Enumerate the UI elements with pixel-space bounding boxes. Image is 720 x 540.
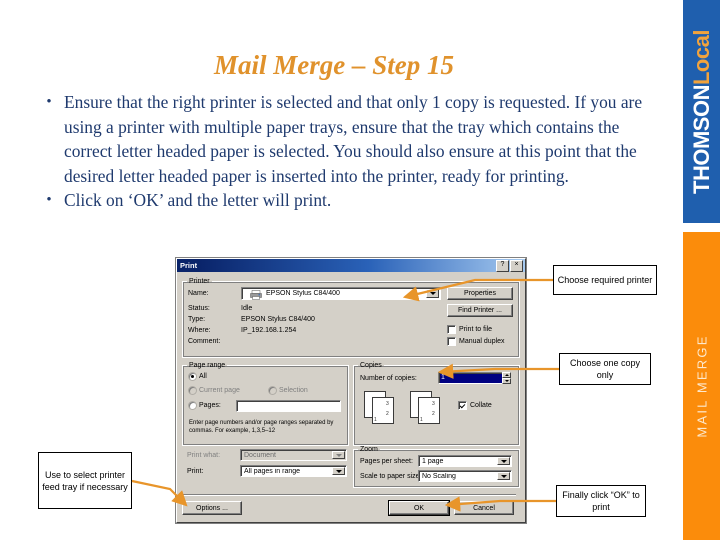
chevron-down-icon[interactable]	[497, 457, 510, 465]
chevron-down-icon[interactable]	[332, 451, 345, 459]
manual-duplex-label: Manual duplex	[459, 338, 505, 345]
print-range-value: All pages in range	[244, 467, 301, 475]
pages-per-sheet-label: Pages per sheet:	[360, 458, 413, 465]
help-icon[interactable]: ?	[496, 259, 509, 272]
dialog-body: Printer Name: EPSON Stylus C84/400 Prope…	[177, 272, 525, 515]
options-button[interactable]: Options ...	[182, 501, 242, 515]
brand-rail-blue: THOMSONLocal	[683, 0, 720, 223]
radio-current-page-label: Current page	[199, 387, 240, 394]
scale-to-paper-value: No Scaling	[422, 472, 456, 480]
checkbox-icon	[458, 401, 467, 410]
divider	[180, 494, 516, 495]
page-range-legend: Page range	[189, 362, 226, 369]
callout-choose-printer: Choose required printer	[553, 265, 657, 295]
printer-type-label: Type:	[188, 316, 206, 323]
close-icon[interactable]: ×	[510, 259, 523, 272]
copies-group: Copies Number of copies: 1 3 2 1 3 2 1 C…	[353, 362, 520, 446]
print-range-combo[interactable]: All pages in range	[240, 465, 347, 477]
scale-to-paper-combo[interactable]: No Scaling	[418, 470, 512, 482]
radio-icon	[189, 373, 196, 380]
scale-to-paper-label: Scale to paper size:	[360, 473, 422, 480]
slide-canvas: THOMSONLocal MAIL MERGE Mail Merge – Ste…	[0, 0, 720, 540]
list-item-text: Ensure that the right printer is selecte…	[64, 92, 643, 186]
chevron-down-icon[interactable]	[332, 467, 345, 475]
properties-button[interactable]: Properties	[447, 287, 513, 300]
print-to-file-label: Print to file	[459, 326, 493, 333]
print-what-combo[interactable]: Document	[240, 449, 347, 461]
radio-all[interactable]: All	[189, 373, 207, 380]
list-item: • Ensure that the right printer is selec…	[34, 90, 664, 188]
page-range-hint: Enter page numbers and/or page ranges se…	[189, 420, 334, 434]
copies-legend: Copies	[360, 362, 382, 369]
radio-current-page[interactable]: Current page	[189, 387, 240, 394]
collate-preview-collated-icon: 3 2 1	[410, 391, 454, 429]
checkbox-icon	[447, 337, 456, 346]
printer-icon	[250, 290, 262, 300]
collate-label: Collate	[470, 402, 492, 409]
dialog-title: Print	[180, 261, 198, 270]
printer-name-combo[interactable]: EPSON Stylus C84/400	[241, 287, 441, 300]
callout-click-ok: Finally click “OK” to print	[556, 485, 646, 517]
cancel-button[interactable]: Cancel	[454, 501, 514, 515]
radio-icon	[189, 402, 196, 409]
callout-choose-copies: Choose one copy only	[559, 353, 651, 385]
spinner-down-icon[interactable]	[502, 378, 511, 384]
chevron-down-icon[interactable]	[497, 472, 510, 480]
printer-status-label: Status:	[188, 305, 210, 312]
ok-button[interactable]: OK	[389, 501, 449, 515]
bullet-marker-icon: •	[46, 94, 52, 110]
pages-input[interactable]	[236, 400, 341, 412]
manual-duplex-checkbox[interactable]: Manual duplex	[447, 337, 505, 346]
brand-logo-thomson: THOMSON	[688, 84, 714, 194]
bullet-marker-icon: •	[46, 192, 52, 208]
page-title: Mail Merge – Step 15	[214, 50, 454, 80]
callout-printer-tray: Use to select printer feed tray if neces…	[38, 452, 132, 509]
pages-per-sheet-value: 1 page	[422, 457, 444, 465]
section-label: MAIL MERGE	[694, 334, 709, 438]
zoom-group: Zoom Pages per sheet: 1 page Scale to pa…	[353, 446, 520, 488]
page-range-group: Page range All Current page Selection Pa…	[182, 362, 349, 446]
radio-icon	[269, 387, 276, 394]
radio-pages-label: Pages:	[199, 402, 221, 409]
radio-selection[interactable]: Selection	[269, 387, 308, 394]
copies-number-input[interactable]: 1	[438, 372, 504, 384]
find-printer-button[interactable]: Find Printer ...	[447, 304, 513, 317]
brand-logo: THOMSONLocal	[689, 30, 715, 194]
copies-number-label: Number of copies:	[360, 375, 417, 382]
radio-all-label: All	[199, 373, 207, 380]
radio-selection-label: Selection	[279, 387, 308, 394]
checkbox-icon	[447, 325, 456, 334]
copies-spinner[interactable]	[502, 372, 511, 384]
printer-comment-label: Comment:	[188, 338, 221, 345]
printer-group-legend: Printer	[189, 278, 210, 285]
printer-name-value: EPSON Stylus C84/400	[266, 290, 340, 297]
radio-icon	[189, 387, 196, 394]
printer-where-label: Where:	[188, 327, 211, 334]
dialog-titlebar[interactable]: Print ? ×	[177, 259, 525, 272]
printer-status-value: Idle	[241, 305, 253, 312]
print-what-label: Print what:	[187, 452, 221, 459]
print-label: Print:	[187, 468, 204, 475]
radio-pages[interactable]: Pages:	[189, 402, 221, 409]
zoom-legend: Zoom	[360, 446, 378, 453]
print-dialog: Print ? × Printer Name: EPSON Stylus C84…	[176, 258, 526, 523]
printer-group: Printer Name: EPSON Stylus C84/400 Prope…	[182, 278, 520, 358]
list-item-text: Click on ‘OK’ and the letter will print.	[64, 190, 332, 210]
print-to-file-checkbox[interactable]: Print to file	[447, 325, 492, 334]
list-item: • Click on ‘OK’ and the letter will prin…	[34, 188, 664, 213]
bullet-list: • Ensure that the right printer is selec…	[34, 90, 664, 213]
brand-logo-local: Local	[688, 29, 714, 85]
brand-rail-orange: MAIL MERGE	[683, 232, 720, 540]
printer-name-label: Name:	[188, 290, 209, 297]
printer-type-value: EPSON Stylus C84/400	[241, 316, 315, 323]
collate-preview-uncollated-icon: 3 2 1	[364, 391, 408, 429]
pages-per-sheet-combo[interactable]: 1 page	[418, 455, 512, 467]
chevron-down-icon[interactable]	[426, 289, 439, 298]
print-what-value: Document	[244, 451, 276, 459]
collate-checkbox[interactable]: Collate	[458, 401, 492, 410]
printer-where-value: IP_192.168.1.254	[241, 327, 297, 334]
